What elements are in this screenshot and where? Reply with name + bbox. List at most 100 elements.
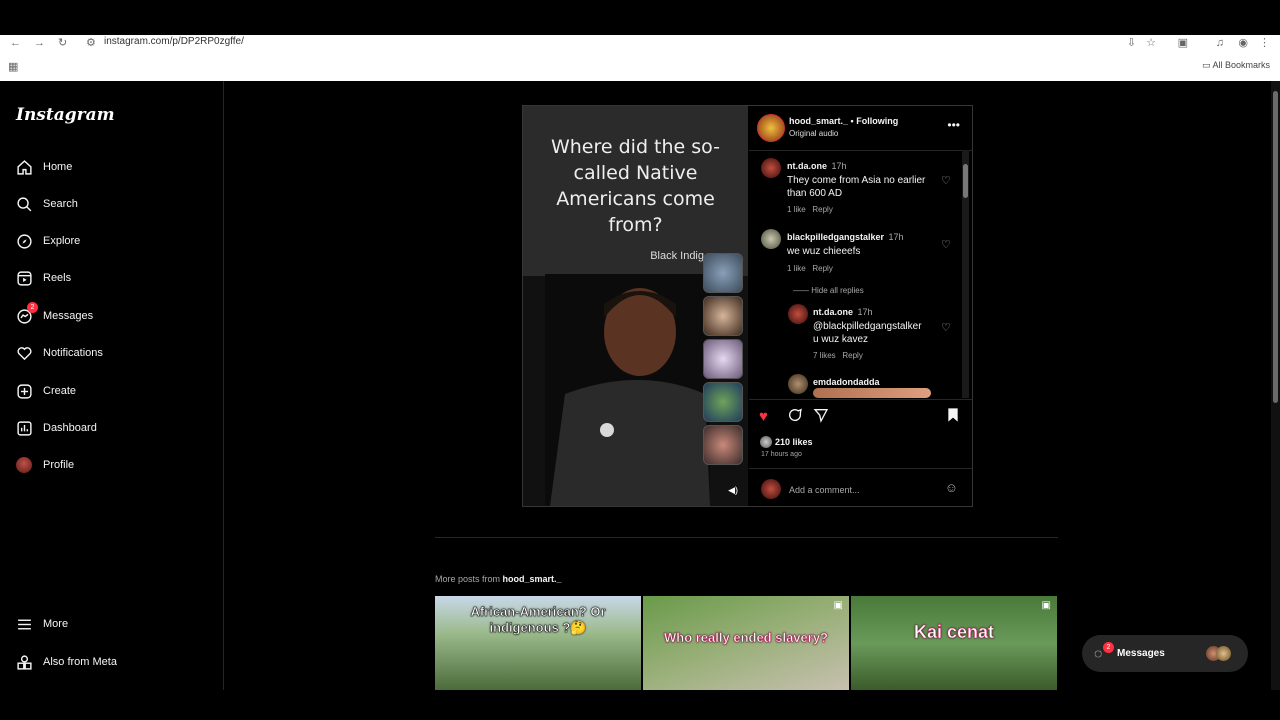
instagram-logo[interactable]: Instagram bbox=[16, 105, 115, 125]
nav-profile[interactable]: Profile bbox=[14, 450, 214, 480]
plus-square-icon bbox=[14, 381, 34, 401]
heart-icon bbox=[14, 343, 34, 363]
nav-label: More bbox=[43, 618, 69, 630]
apps-icon[interactable]: ▦ bbox=[8, 60, 18, 74]
profile-icon[interactable]: ◉ bbox=[1238, 36, 1248, 50]
comment-text: u wuz kavez bbox=[813, 334, 869, 345]
my-avatar bbox=[761, 479, 781, 499]
install-icon[interactable]: ⇩ bbox=[1127, 36, 1136, 50]
search-icon bbox=[14, 194, 34, 214]
reel-thumbnail[interactable] bbox=[703, 382, 743, 422]
window-top-bar bbox=[0, 0, 1280, 35]
all-bookmarks[interactable]: ▭ All Bookmarks bbox=[1202, 60, 1270, 71]
media-icon[interactable]: ♫ bbox=[1216, 36, 1224, 50]
nav-search[interactable]: Search bbox=[14, 189, 214, 219]
liked-heart-icon[interactable]: ♥ bbox=[759, 408, 768, 425]
nav-reels[interactable]: Reels bbox=[14, 263, 214, 293]
page-scrollbar[interactable] bbox=[1271, 81, 1280, 690]
author-avatar[interactable] bbox=[757, 114, 785, 142]
like-comment-icon[interactable]: ♡ bbox=[941, 238, 951, 251]
reel-thumbnail[interactable] bbox=[703, 425, 743, 465]
comment-icon[interactable] bbox=[787, 407, 803, 427]
nav-label: Create bbox=[43, 385, 77, 397]
emoji-icon[interactable]: ☺ bbox=[945, 480, 958, 495]
section-divider bbox=[435, 537, 1058, 538]
back-icon[interactable]: ← bbox=[10, 36, 21, 50]
home-icon bbox=[14, 157, 34, 177]
chart-icon bbox=[14, 418, 34, 438]
comment-username[interactable]: emdadondadda bbox=[813, 377, 880, 387]
reel-thumbnail[interactable] bbox=[703, 253, 743, 293]
tab-search-icon[interactable]: ▣ bbox=[1178, 36, 1188, 50]
sidebar: Instagram Home Search Explore Reels 2 Me… bbox=[0, 81, 224, 690]
save-bookmark-icon[interactable] bbox=[946, 407, 960, 427]
reload-icon[interactable]: ↻ bbox=[58, 36, 67, 50]
nav-messages[interactable]: 2 Messages bbox=[14, 301, 214, 331]
comment-username[interactable]: nt.da.one bbox=[787, 161, 827, 171]
comment-likes[interactable]: 1 like bbox=[787, 264, 806, 273]
comments-scrollbar[interactable] bbox=[962, 150, 969, 398]
site-info-icon[interactable]: ⚙ bbox=[86, 36, 96, 50]
nav-label: Also from Meta bbox=[43, 656, 117, 668]
hide-replies-toggle[interactable]: —— Hide all replies bbox=[793, 280, 864, 298]
commenter-avatar[interactable] bbox=[761, 158, 781, 178]
avatar-icon bbox=[14, 455, 34, 475]
messenger-icon: ◌ bbox=[1094, 645, 1103, 661]
nav-more[interactable]: More bbox=[14, 609, 214, 639]
add-comment-input[interactable]: Add a comment... bbox=[789, 485, 860, 495]
reel-video[interactable]: Where did the so-called Native Americans… bbox=[523, 106, 748, 506]
messages-pill-label: Messages bbox=[1117, 648, 1165, 659]
post-thumbnail[interactable]: African-American? Or indigenous ?🤔 bbox=[435, 596, 641, 691]
nav-label: Profile bbox=[43, 459, 75, 471]
commenter-avatar[interactable] bbox=[788, 304, 808, 324]
commenter-avatar[interactable] bbox=[788, 374, 808, 394]
volume-icon[interactable]: ◀) bbox=[728, 485, 738, 496]
commenter-avatar[interactable] bbox=[761, 229, 781, 249]
comment-username[interactable]: nt.da.one bbox=[813, 307, 853, 317]
reply-button[interactable]: Reply bbox=[812, 205, 832, 214]
reply-button[interactable]: Reply bbox=[812, 264, 832, 273]
video-question-text: Where did the so-called Native Americans… bbox=[550, 136, 721, 236]
thumbnail-caption: Kai cenat bbox=[913, 622, 995, 643]
following-button[interactable]: Following bbox=[856, 116, 898, 126]
comment-likes[interactable]: 1 like bbox=[787, 205, 806, 214]
author-username[interactable]: hood_smart._ bbox=[789, 116, 848, 126]
folder-icon: ▭ bbox=[1201, 60, 1211, 70]
menu-icon[interactable]: ⋮ bbox=[1259, 36, 1270, 50]
nav-create[interactable]: Create bbox=[14, 376, 214, 406]
nav-label: Dashboard bbox=[43, 422, 97, 434]
comment: blackpilledgangstalker 17h we wuz chieee… bbox=[749, 227, 959, 273]
messenger-icon: 2 bbox=[14, 302, 38, 326]
nav-dashboard[interactable]: Dashboard bbox=[14, 413, 214, 443]
post-actions: ♥ 210 likes 17 hours ago Add a comment..… bbox=[749, 399, 972, 507]
reel-thumbnail[interactable] bbox=[703, 296, 743, 336]
nav-label: Home bbox=[43, 161, 73, 173]
likes-count[interactable]: 210 likes bbox=[775, 437, 813, 447]
more-posts-heading: More posts from hood_smart._ bbox=[435, 574, 562, 584]
mention-link[interactable]: @blackpilledgangstalker bbox=[813, 320, 941, 333]
browser-toolbar: ← → ↻ ⚙ instagram.com/p/DP2RP0zgffe/ ⇩ ☆… bbox=[0, 35, 1280, 81]
nav-notifications[interactable]: Notifications bbox=[14, 338, 214, 368]
nav-explore[interactable]: Explore bbox=[14, 226, 214, 256]
forward-icon[interactable]: → bbox=[34, 36, 45, 50]
liker-avatar bbox=[760, 436, 772, 448]
more-options-icon[interactable]: ••• bbox=[947, 118, 960, 132]
like-comment-icon[interactable]: ♡ bbox=[941, 174, 951, 187]
original-audio-link[interactable]: Original audio bbox=[789, 129, 838, 138]
share-icon[interactable] bbox=[813, 407, 829, 427]
nav-home[interactable]: Home bbox=[14, 152, 214, 182]
star-icon[interactable]: ☆ bbox=[1146, 36, 1156, 50]
like-comment-icon[interactable]: ♡ bbox=[941, 321, 951, 334]
address-bar[interactable]: instagram.com/p/DP2RP0zgffe/ bbox=[104, 36, 244, 47]
notification-badge: 2 bbox=[1103, 642, 1114, 653]
comment-image-preview bbox=[813, 388, 931, 398]
comment-username[interactable]: blackpilledgangstalker bbox=[787, 232, 884, 242]
nav-also-from-meta[interactable]: Also from Meta bbox=[14, 647, 214, 677]
reel-thumbnail[interactable] bbox=[703, 339, 743, 379]
reply-button[interactable]: Reply bbox=[842, 351, 862, 360]
more-posts-username[interactable]: hood_smart._ bbox=[503, 574, 562, 584]
post-thumbnail[interactable]: Who really ended slavery? ▣ bbox=[643, 596, 849, 691]
messages-pill[interactable]: ◌ 2 Messages bbox=[1082, 635, 1248, 672]
post-thumbnail[interactable]: Kai cenat ▣ bbox=[851, 596, 1057, 691]
comment-likes[interactable]: 7 likes bbox=[813, 351, 836, 360]
